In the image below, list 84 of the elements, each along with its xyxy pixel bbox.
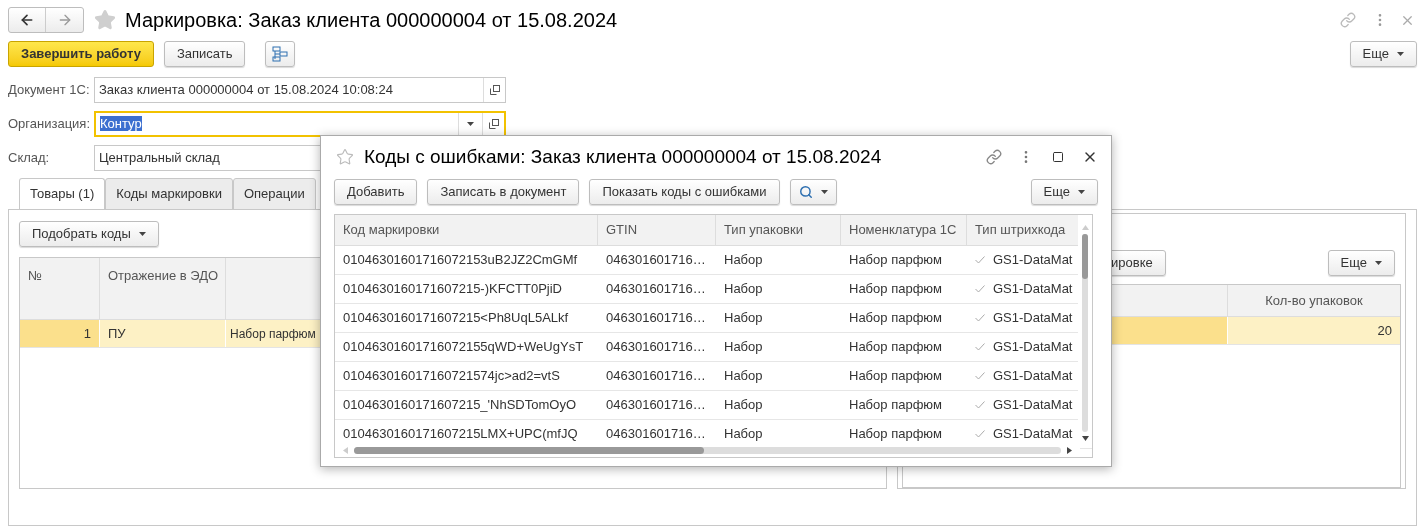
caret-icon <box>1397 52 1404 56</box>
table-cell-text: Набор <box>723 309 764 328</box>
table-cell-text: Набор <box>723 251 764 270</box>
field-value: Контур <box>100 116 142 132</box>
pick-codes-button[interactable]: Подобрать коды <box>19 221 159 247</box>
column-header: GTIN <box>598 215 716 245</box>
open-icon <box>488 119 499 129</box>
caret-icon <box>138 232 146 236</box>
table-cell-text: 046301601716… <box>605 309 707 328</box>
favorite-star-icon[interactable] <box>336 148 354 166</box>
search-button[interactable] <box>789 179 837 205</box>
table-cell-text: GS1-DataMat <box>992 367 1073 386</box>
table-cell-text: GS1-DataMat <box>992 396 1073 415</box>
table-cell-text: 01046301601716072153uB2JZ2CmGMf <box>342 251 579 270</box>
more-button[interactable]: Еще <box>1349 41 1417 67</box>
column-header: № <box>20 258 100 319</box>
more-button[interactable]: Еще <box>1327 250 1395 276</box>
tab[interactable]: Операции <box>232 178 316 210</box>
structure-icon <box>272 46 289 62</box>
column-header: Тип упаковки <box>716 215 841 245</box>
link-icon[interactable] <box>1340 12 1356 28</box>
table-cell-text: Набор парфюм <box>848 425 943 444</box>
column-header: Номенклатура 1С <box>841 215 967 245</box>
finish-button[interactable]: Завершить работу <box>8 41 154 67</box>
favorite-star-icon[interactable] <box>94 9 116 31</box>
more-button[interactable]: Еще <box>1030 179 1098 205</box>
table-cell-text: Набор <box>723 367 764 386</box>
scroll-down-icon[interactable] <box>1081 436 1089 441</box>
maximize-icon[interactable] <box>1052 151 1064 163</box>
table-cell-text: 0104630160171607215_'NhSDTomOyO <box>342 396 578 415</box>
structure-button[interactable] <box>265 41 296 67</box>
table-cell-text: Набор парфюм <box>848 367 943 386</box>
table-cell-text: 046301601716… <box>605 367 707 386</box>
dialog-button[interactable]: Записать в документ <box>427 179 580 205</box>
table-cell-text: 046301601716… <box>605 338 707 357</box>
table-cell-text: 01046301601716072155qWD+WeUgYsT <box>342 338 585 357</box>
input-field[interactable]: Заказ клиента 000000004 от 15.08.2024 10:08:24 <box>94 77 506 103</box>
table-cell-text: Набор <box>723 396 764 415</box>
scroll-right-icon[interactable] <box>1067 446 1072 454</box>
table-cell-text: 010463016017160721574jc>ad2=vtS <box>342 367 561 386</box>
caret-icon <box>820 190 828 194</box>
table-cell-text: 046301601716… <box>605 396 707 415</box>
table-cell: ПУ <box>100 320 226 347</box>
table-cell-text: GS1-DataMat <box>992 251 1073 270</box>
tab[interactable]: Товары (1) <box>19 178 106 210</box>
dialog-button[interactable]: Показать коды с ошибками <box>589 179 780 205</box>
table-cell-text: 20 <box>1376 321 1393 340</box>
link-icon[interactable] <box>986 149 1002 165</box>
column-header: Код маркировки <box>335 215 598 245</box>
input-field[interactable]: Контур <box>94 111 506 137</box>
table-cell-text: Набор <box>723 338 764 357</box>
table-cell-text: Набор парфюм <box>848 251 943 270</box>
table-cell-text: 0104630160171607215<Ph8UqL5ALkf <box>342 309 570 328</box>
caret-icon <box>1078 190 1085 194</box>
table-cell-text: GS1-DataMat <box>992 280 1073 299</box>
table-cell-text: Набор парфюм <box>229 325 316 343</box>
column-header: Тип штрихкода <box>974 221 1067 240</box>
field-label: Организация: <box>8 115 92 134</box>
field-label: Документ 1С: <box>8 81 91 100</box>
search-icon <box>798 185 813 199</box>
column-header: Отражение в ЭДО <box>100 258 226 319</box>
table-cell-text: Набор парфюм <box>848 280 943 299</box>
table-cell-text: 046301601716… <box>605 425 707 444</box>
dropdown-icon[interactable] <box>467 122 474 126</box>
table-cell-text: Набор <box>723 280 764 299</box>
table-cell: 1 <box>20 320 100 347</box>
table-cell-text: 0104630160171607215LMX+UPC(mfJQ <box>342 425 579 444</box>
table-cell-text: 046301601716… <box>605 280 707 299</box>
window-title: Маркировка: Заказ клиента 000000004 от 15.08.2024 <box>125 8 618 33</box>
back-arrow-icon <box>19 12 35 28</box>
column-header: Кол-во упаковок <box>1264 291 1364 310</box>
field-value: Заказ клиента 000000004 от 15.08.2024 10:08:24 <box>99 82 393 98</box>
table-cell-text: GS1-DataMat <box>992 425 1073 444</box>
caret-icon <box>1375 261 1382 265</box>
save-button[interactable]: Записать <box>163 41 246 67</box>
table-cell-text: 0104630160171607215-)KFCTT0PjiD <box>342 280 563 299</box>
table-cell-text: Набор <box>723 425 764 444</box>
field-label: Склад: <box>8 149 51 168</box>
field-value: Центральный склад <box>99 150 220 166</box>
open-icon <box>489 85 500 95</box>
tab[interactable]: Коды маркировки <box>105 178 233 210</box>
table-cell-text: Набор парфюм <box>848 396 943 415</box>
table-cell-text: 046301601716… <box>605 251 707 270</box>
dialog-button[interactable]: Добавить <box>334 179 418 205</box>
